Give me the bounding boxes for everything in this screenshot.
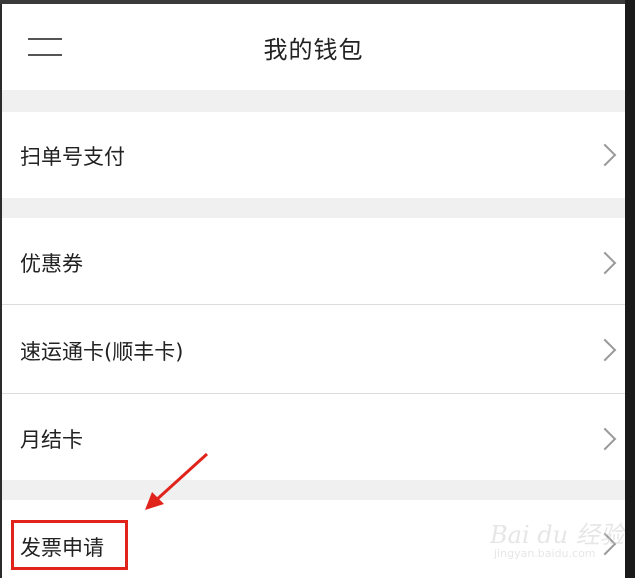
watermark: Bai du 经验 jingyan.baidu.com [490, 509, 624, 571]
annotation-arrow [145, 452, 209, 510]
screen-edge [625, 0, 635, 578]
wallet-screen: 我的钱包 扫单号支付 优惠券 速运通卡(顺丰卡) 月结卡 发票申请 Bai du… [2, 4, 625, 578]
watermark-url: jingyan.baidu.com [494, 547, 596, 560]
watermark-logo: Bai du 经验 [490, 521, 624, 549]
